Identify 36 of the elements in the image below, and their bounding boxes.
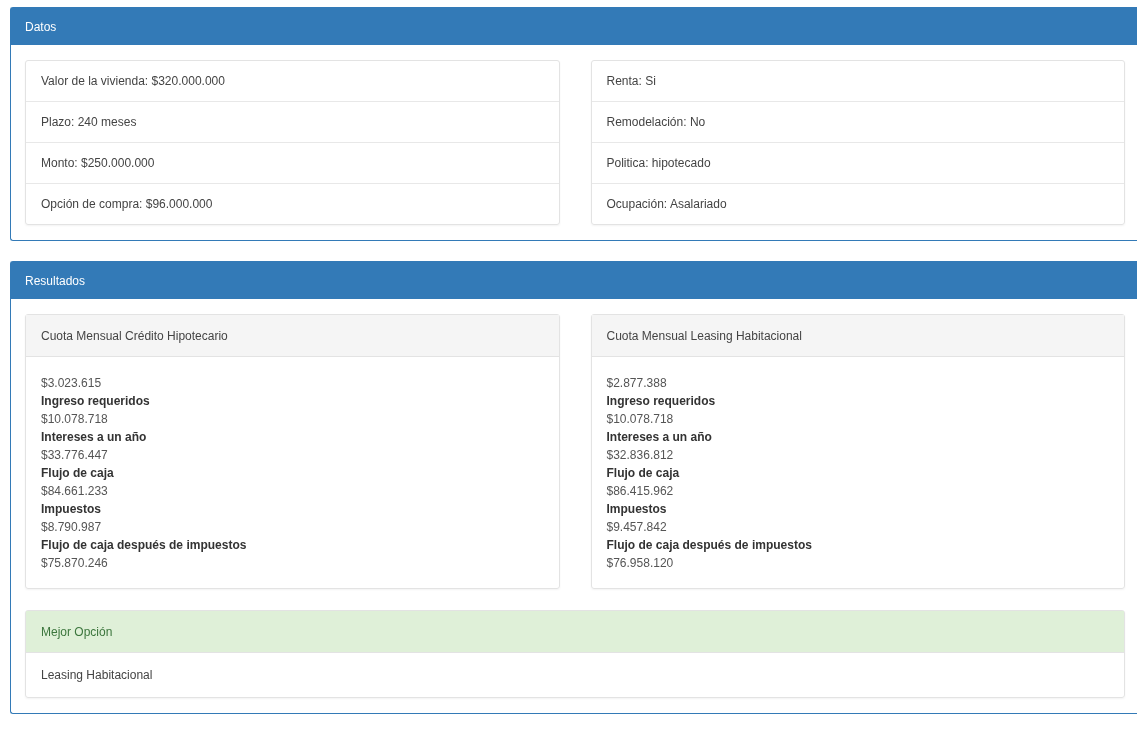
- list-item: Valor de la vivienda: $320.000.000: [40, 73, 226, 90]
- result-value: $2.877.388: [606, 375, 668, 392]
- list-item: Renta: Si: [605, 73, 657, 90]
- result-label: Flujo de caja después de impuestos: [41, 537, 248, 554]
- result-value: $33.776.447: [41, 447, 109, 464]
- card-title: Cuota Mensual Leasing Habitacional: [591, 315, 1124, 357]
- result-value: $86.415.962: [606, 483, 675, 500]
- result-value: $9.457.842: [606, 519, 668, 536]
- result-value: $32.836.812: [606, 447, 675, 464]
- list-item: Politica: hipotecado: [591, 142, 1124, 183]
- card-title: Mejor Opción: [26, 611, 1124, 653]
- result-value: $10.078.718: [606, 411, 675, 428]
- result-value: $84.661.233: [41, 483, 109, 500]
- list-item: Remodelación: No: [591, 101, 1124, 142]
- result-label: Intereses a un año: [41, 429, 148, 446]
- list-item: Plazo: 240 meses: [26, 101, 559, 142]
- result-value: $75.870.246: [41, 555, 109, 572]
- panel-title: Resultados: [11, 262, 1137, 299]
- result-value: $76.958.120: [606, 555, 675, 572]
- result-label: Flujo de caja: [41, 465, 115, 482]
- result-label: Ingreso requeridos: [606, 393, 717, 410]
- result-value: $8.790.987: [41, 519, 103, 536]
- result-value: $3.023.615: [41, 375, 103, 392]
- result-label: Impuestos: [41, 501, 102, 518]
- list-item: Monto: $250.000.000: [26, 142, 559, 183]
- result-value: $10.078.718: [41, 411, 109, 428]
- best-option-text: Leasing Habitacional: [40, 667, 154, 684]
- result-label: Ingreso requeridos: [41, 393, 151, 410]
- result-label: Flujo de caja después de impuestos: [606, 537, 813, 554]
- panel-title: Datos: [11, 8, 1137, 45]
- result-label: Impuestos: [606, 501, 668, 518]
- list-item: Ocupación: Asalariado: [591, 183, 1124, 224]
- list-item: Opción de compra: $96.000.000: [26, 183, 559, 224]
- result-label: Flujo de caja: [606, 465, 681, 482]
- card-title: Cuota Mensual Crédito Hipotecario: [26, 315, 559, 357]
- result-label: Intereses a un año: [606, 429, 713, 446]
